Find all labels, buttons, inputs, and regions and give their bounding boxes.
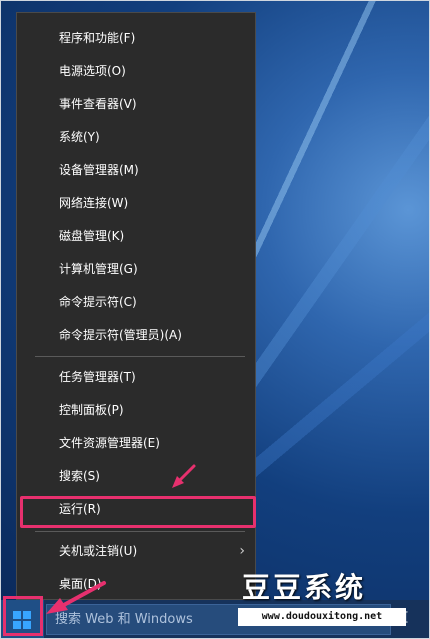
menu-item-task-manager[interactable]: 任务管理器(T)	[17, 361, 255, 394]
menu-item-network-connections[interactable]: 网络连接(W)	[17, 187, 255, 220]
taskbar-corner-icon: [	[404, 610, 409, 624]
menu-item-command-prompt-admin[interactable]: 命令提示符(管理员)(A)	[17, 319, 255, 352]
start-highlight-box	[3, 596, 43, 636]
chevron-right-icon: ›	[239, 543, 245, 559]
menu-item-programs-features[interactable]: 程序和功能(F)	[17, 22, 255, 55]
menu-item-disk-management[interactable]: 磁盘管理(K)	[17, 220, 255, 253]
menu-separator	[35, 356, 245, 357]
watermark-title: 豆豆系统	[242, 571, 367, 604]
menu-separator	[35, 531, 245, 532]
pointer-arrow-icon	[172, 464, 196, 488]
pointer-arrow-icon	[46, 581, 106, 614]
menu-item-file-explorer[interactable]: 文件资源管理器(E)	[17, 427, 255, 460]
menu-item-computer-management[interactable]: 计算机管理(G)	[17, 253, 255, 286]
menu-item-shutdown-signout[interactable]: 关机或注销(U) ›	[17, 535, 255, 568]
menu-item-system[interactable]: 系统(Y)	[17, 121, 255, 154]
menu-item-command-prompt[interactable]: 命令提示符(C)	[17, 286, 255, 319]
menu-item-label: 关机或注销(U)	[59, 544, 138, 558]
menu-item-power-options[interactable]: 电源选项(O)	[17, 55, 255, 88]
menu-item-event-viewer[interactable]: 事件查看器(V)	[17, 88, 255, 121]
menu-item-device-manager[interactable]: 设备管理器(M)	[17, 154, 255, 187]
menu-item-control-panel[interactable]: 控制面板(P)	[17, 394, 255, 427]
menu-item-search[interactable]: 搜索(S)	[17, 460, 255, 493]
watermark-url: www.doudouxitong.net	[238, 608, 406, 626]
run-highlight-box	[20, 496, 256, 528]
